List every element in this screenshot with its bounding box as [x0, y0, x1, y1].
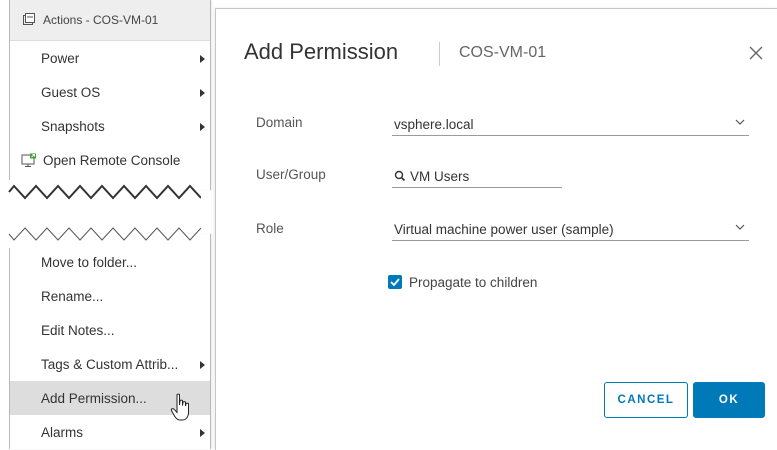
remote-console-icon	[21, 153, 37, 168]
chevron-down-icon	[735, 119, 745, 125]
add-permission-dialog: Add Permission COS-VM-01 Domain vsphere.…	[215, 8, 777, 450]
menu-item-move-to-folder[interactable]: Move to folder...	[10, 245, 210, 279]
menu-item-label: Rename...	[41, 288, 104, 304]
dialog-subtitle: COS-VM-01	[459, 44, 547, 61]
user-group-search-input[interactable]: VM Users	[392, 165, 562, 188]
menu-item-label: Move to folder...	[41, 254, 138, 270]
torn-edge-divider	[8, 227, 201, 248]
menu-item-label: Open Remote Console	[43, 152, 181, 168]
menu-item-tags-custom-attributes[interactable]: Tags & Custom Attrib...	[10, 347, 210, 381]
domain-label: Domain	[256, 115, 303, 130]
role-select[interactable]: Virtual machine power user (sample)	[392, 218, 749, 241]
submenu-arrow-icon	[200, 361, 205, 369]
menu-item-label: Alarms	[41, 424, 84, 440]
menu-item-power[interactable]: Power	[10, 41, 210, 75]
domain-value: vsphere.local	[394, 116, 474, 132]
menu-item-label: Guest OS	[41, 84, 101, 100]
menu-item-snapshots[interactable]: Snapshots	[10, 109, 210, 143]
propagate-checkbox[interactable]	[388, 275, 402, 289]
menu-item-label: Snapshots	[41, 118, 105, 134]
role-label: Role	[256, 221, 284, 236]
submenu-arrow-icon	[200, 429, 205, 437]
title-separator	[439, 42, 440, 66]
menu-item-rename[interactable]: Rename...	[10, 279, 210, 313]
ok-button[interactable]: OK	[693, 382, 765, 418]
submenu-arrow-icon	[200, 55, 205, 63]
menu-item-label: Add Permission...	[41, 390, 147, 406]
vm-actions-icon	[22, 12, 36, 29]
role-value: Virtual machine power user (sample)	[394, 221, 614, 237]
menu-header: Actions - COS-VM-01	[10, 0, 210, 41]
torn-edge-divider	[0, 180, 201, 200]
menu-item-edit-notes[interactable]: Edit Notes...	[10, 313, 210, 347]
propagate-label[interactable]: Propagate to children	[409, 275, 537, 290]
checkmark-icon	[390, 278, 400, 286]
menu-item-label: Edit Notes...	[41, 322, 115, 338]
submenu-arrow-icon	[200, 123, 205, 131]
user-group-label: User/Group	[256, 167, 326, 182]
menu-item-guest-os[interactable]: Guest OS	[10, 75, 210, 109]
menu-item-open-remote-console[interactable]: Open Remote Console	[10, 143, 210, 177]
search-icon	[394, 170, 406, 182]
dialog-title: Add Permission	[244, 39, 399, 64]
user-group-value: VM Users	[410, 168, 470, 184]
menu-item-label: Power	[41, 50, 80, 66]
menu-header-title: Actions - COS-VM-01	[43, 13, 159, 27]
menu-item-label: Tags & Custom Attrib...	[41, 356, 179, 372]
cancel-button[interactable]: CANCEL	[604, 382, 688, 418]
actions-menu-top: Actions - COS-VM-01 Power Guest OS Snaps…	[9, 0, 211, 190]
hand-pointer-cursor-icon	[170, 393, 189, 421]
close-icon[interactable]	[748, 45, 764, 61]
chevron-down-icon	[735, 224, 745, 230]
submenu-arrow-icon	[200, 89, 205, 97]
domain-select[interactable]: vsphere.local	[392, 113, 749, 136]
